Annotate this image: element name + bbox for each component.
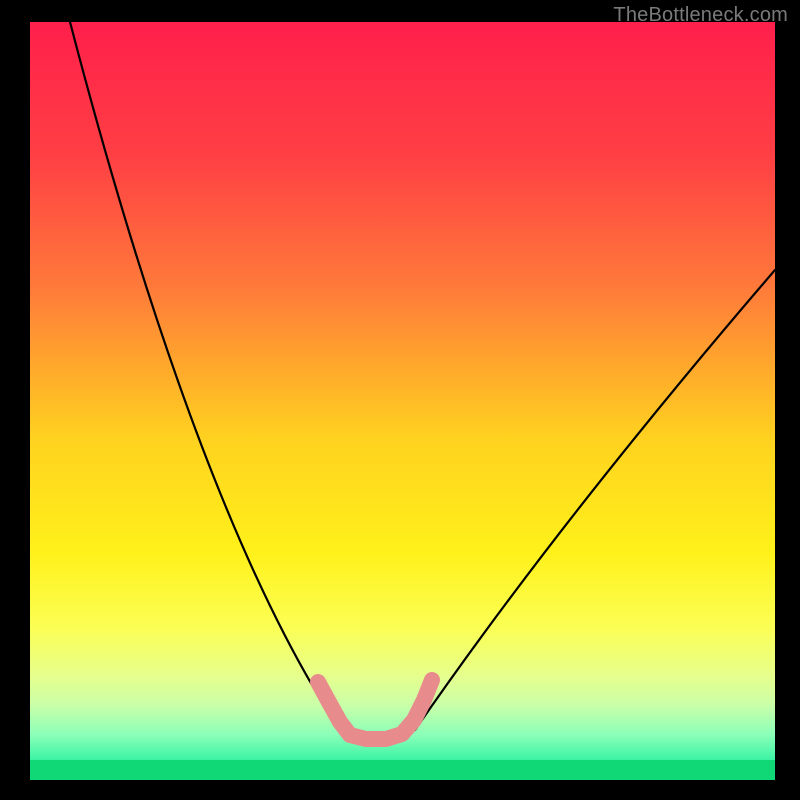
bottleneck-chart — [0, 0, 800, 800]
plot-gradient-background — [30, 22, 775, 780]
plot-bottom-band — [30, 760, 775, 780]
watermark-text: TheBottleneck.com — [613, 4, 788, 27]
chart-stage: TheBottleneck.com — [0, 0, 800, 800]
